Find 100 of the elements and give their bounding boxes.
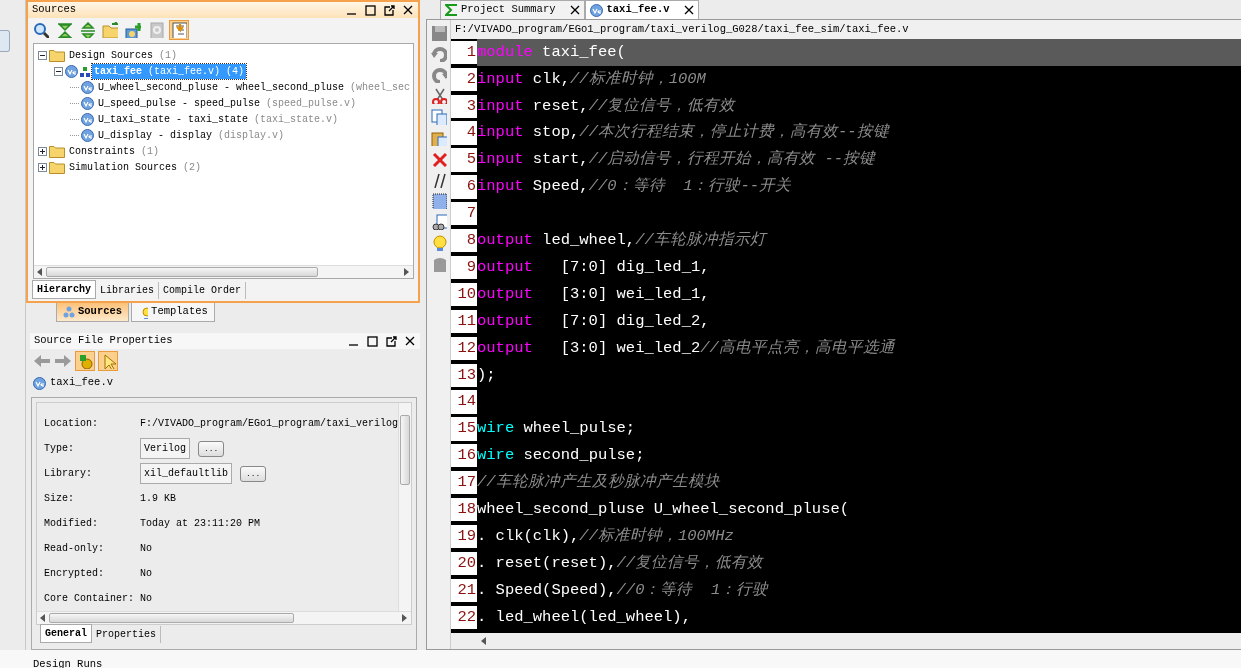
paste-icon[interactable] — [430, 130, 447, 146]
code-line: . led_wheel(led_wheel), — [477, 606, 691, 628]
property-field[interactable]: xil_defaultlib — [140, 463, 232, 484]
select-icon[interactable] — [430, 193, 447, 209]
scrollbar[interactable] — [37, 611, 411, 624]
line-number: 13 — [451, 363, 477, 387]
property-value: 1.9 KB — [140, 492, 176, 506]
line-number: 11 — [451, 309, 477, 333]
code-line: input reset,//复位信号，低有效 — [477, 95, 736, 117]
code-line: . reset(reset),//复位信号，低有效 — [477, 552, 764, 574]
property-value: No — [140, 592, 152, 606]
editor-tab[interactable]: Project Summary — [440, 0, 585, 19]
expander-icon[interactable] — [38, 50, 47, 60]
tab[interactable]: Libraries — [96, 282, 160, 300]
property-value: No — [140, 567, 152, 581]
float-icon[interactable] — [386, 335, 397, 347]
browse-button[interactable]: ... — [198, 440, 225, 457]
code-line: output [3:0] wei_led_1, — [477, 283, 710, 305]
verilog-file-icon — [33, 376, 46, 390]
property-value: Today at 23:11:20 PM — [140, 517, 261, 531]
tab[interactable]: General — [40, 624, 92, 643]
expander-icon[interactable] — [54, 66, 63, 76]
sigma-icon — [445, 4, 457, 16]
verilog-file-icon — [81, 80, 94, 94]
code-editor[interactable] — [451, 39, 1241, 633]
right-arrow-icon[interactable] — [402, 614, 408, 622]
tree-item[interactable]: U_speed_pulse - speed_pulse (speed_pulse.v) — [96, 95, 359, 111]
left-arrow-icon[interactable] — [481, 637, 487, 645]
left-arrow-icon[interactable] — [37, 268, 43, 277]
float-icon[interactable] — [384, 4, 395, 16]
property-label: Encrypted: — [44, 567, 105, 581]
open-folder-icon[interactable] — [102, 22, 118, 38]
scissors-icon[interactable] — [430, 88, 447, 104]
code-line: output [7:0] dig_led_2, — [477, 310, 710, 332]
bulb-icon[interactable] — [430, 235, 447, 251]
file-path: F:/VIVADO_program/EGo1_program/taxi_verilog_G028/taxi_fee_sim/taxi_fee.v — [454, 21, 910, 37]
tree-item[interactable]: Constraints (1) — [67, 143, 162, 159]
scrollbar[interactable] — [398, 403, 411, 611]
hierarchy-icon — [80, 65, 90, 77]
code-line: . clk(clk),//标准时钟，100MHz — [477, 525, 734, 547]
tab[interactable]: Hierarchy — [32, 280, 96, 300]
property-value: F:/VIVADO_program/EGo1_program/taxi_verilog — [140, 417, 398, 431]
line-number: 5 — [451, 148, 477, 172]
browse-button[interactable]: ... — [240, 465, 267, 482]
tab[interactable]: Sources — [56, 303, 130, 322]
line-number: 8 — [451, 229, 477, 253]
binoculars-icon[interactable] — [430, 214, 447, 230]
collapse-handle[interactable] — [0, 30, 10, 52]
left-arrow-icon[interactable] — [40, 614, 46, 622]
add-icon[interactable] — [125, 22, 141, 38]
folder-icon — [49, 144, 65, 158]
right-arrow-icon[interactable] — [404, 268, 410, 277]
code-line: input start,//启动信号，行程开始，高有效 --按键 — [477, 149, 876, 171]
search-icon[interactable] — [33, 22, 49, 38]
close-icon[interactable] — [403, 4, 414, 16]
property-label: Core Container: — [44, 592, 135, 606]
line-number: 22 — [451, 605, 477, 629]
expand-icon[interactable] — [79, 22, 95, 38]
tab[interactable]: Properties — [92, 626, 162, 643]
expander-icon[interactable] — [38, 146, 47, 156]
line-number: 10 — [451, 282, 477, 307]
tree-item[interactable]: U_taxi_state - taxi_state (taxi_state.v) — [96, 111, 341, 127]
gear-icon[interactable] — [77, 353, 93, 369]
save-icon[interactable] — [430, 25, 447, 41]
folder-icon — [49, 48, 65, 62]
redo-icon[interactable] — [430, 67, 447, 83]
line-number: 3 — [451, 94, 477, 118]
tab[interactable]: Templates — [131, 303, 215, 322]
tree-item[interactable]: U_wheel_second_pluse - wheel_second_pluse (wheel_sec — [96, 79, 413, 95]
document-icon[interactable] — [171, 22, 187, 38]
expander-icon[interactable] — [38, 162, 47, 172]
close-icon[interactable] — [683, 5, 694, 15]
code-line: wire wheel_pulse; — [477, 418, 636, 440]
close-icon[interactable] — [569, 5, 580, 15]
code-line: input clk,//标准时钟，100M — [477, 68, 706, 90]
property-value: No — [140, 542, 152, 556]
verilog-file-icon — [65, 64, 78, 78]
tab[interactable]: Compile Order — [159, 282, 247, 300]
line-number: 6 — [451, 175, 477, 199]
collapse-icon[interactable] — [56, 22, 72, 38]
maximize-icon[interactable] — [367, 335, 378, 347]
code-line: output led_wheel,//车轮脉冲指示灯 — [477, 230, 766, 252]
tree-item[interactable]: Design Sources (1) — [67, 47, 180, 63]
code-line: output [7:0] dig_led_1, — [477, 256, 710, 278]
tree-item[interactable]: Simulation Sources (2) — [67, 159, 204, 175]
verilog-file-icon — [81, 112, 94, 126]
property-label: Type: — [44, 442, 75, 456]
code-line: wheel_second_pluse U_wheel_second_pluse( — [477, 498, 850, 520]
editor-tab[interactable]: taxi_fee.v — [584, 0, 699, 19]
maximize-icon[interactable] — [365, 4, 376, 16]
property-label: Read-only: — [44, 542, 105, 556]
scrollbar[interactable] — [34, 265, 413, 279]
close-icon[interactable] — [405, 335, 416, 347]
code-line: //车轮脉冲产生及秒脉冲产生模块 — [477, 472, 720, 494]
tree-item[interactable]: U_display - display (display.v) — [96, 127, 287, 143]
property-field[interactable]: Verilog — [140, 438, 190, 459]
verilog-file-icon — [81, 128, 94, 142]
copy-icon[interactable] — [430, 109, 447, 125]
delete-icon[interactable] — [430, 151, 447, 167]
undo-icon[interactable] — [430, 46, 447, 62]
